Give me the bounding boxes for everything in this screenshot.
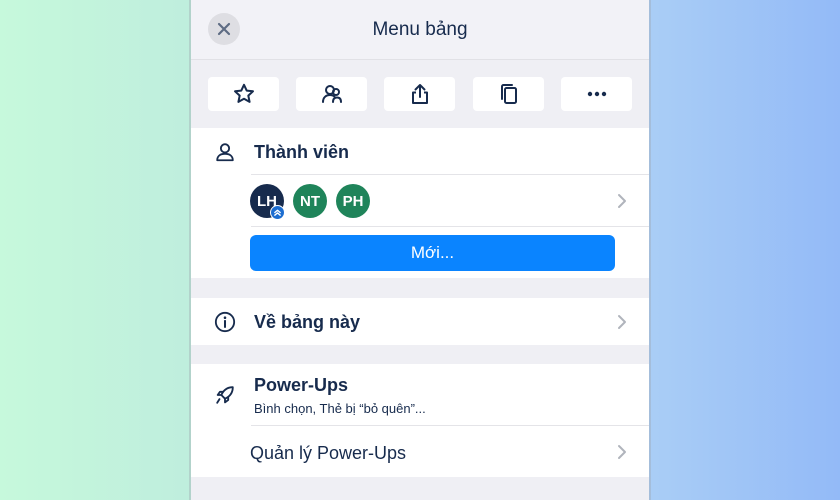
- members-section: Thành viên LH NT PH Mới...: [191, 128, 649, 278]
- copy-button[interactable]: [473, 77, 544, 111]
- powerups-subtitle: Bình chọn, Thẻ bị “bỏ quên”...: [254, 401, 426, 416]
- avatars-divider: [251, 226, 649, 227]
- quick-actions-bar: [191, 60, 649, 128]
- avatar-initials: PH: [342, 192, 364, 210]
- star-button[interactable]: [208, 77, 279, 111]
- info-icon: [213, 310, 237, 334]
- more-icon: [587, 91, 606, 97]
- about-board-row[interactable]: Về bảng này: [191, 298, 649, 345]
- bottom-spacer: [191, 477, 649, 500]
- members-icon: [321, 85, 342, 103]
- members-button[interactable]: [296, 77, 367, 111]
- board-menu-panel: Menu bảng Thành viên LH NT PH Mới... Về …: [191, 0, 649, 500]
- avatar[interactable]: PH: [336, 184, 370, 218]
- members-divider: [251, 174, 649, 175]
- admin-badge: [270, 205, 285, 220]
- chevron-right-icon: [618, 315, 626, 329]
- rocket-icon: [213, 383, 237, 407]
- powerups-divider: [251, 425, 649, 426]
- chevron-right-icon[interactable]: [617, 444, 627, 460]
- share-icon: [411, 84, 428, 104]
- person-icon: [213, 140, 237, 164]
- more-button[interactable]: [561, 77, 632, 111]
- about-board-title: Về bảng này: [254, 312, 361, 332]
- star-icon: [233, 83, 254, 103]
- avatar[interactable]: LH: [250, 184, 285, 220]
- chevron-right-icon[interactable]: [617, 193, 627, 209]
- members-title: Thành viên: [254, 142, 350, 162]
- right-edge: [649, 0, 651, 500]
- menu-header: Menu bảng: [191, 0, 649, 60]
- avatar-initials: NT: [300, 192, 320, 210]
- manage-powerups-link[interactable]: Quản lý Power-Ups: [250, 443, 406, 464]
- menu-title: Menu bảng: [372, 19, 468, 40]
- powerups-section: Power-Ups Bình chọn, Thẻ bị “bỏ quên”...…: [191, 364, 649, 477]
- avatar[interactable]: NT: [293, 184, 327, 218]
- new-member-button[interactable]: Mới...: [250, 235, 615, 271]
- powerups-title: Power-Ups: [254, 375, 349, 395]
- chevrons-up-icon: [274, 209, 281, 216]
- share-button[interactable]: [384, 77, 455, 111]
- copy-icon: [500, 84, 517, 104]
